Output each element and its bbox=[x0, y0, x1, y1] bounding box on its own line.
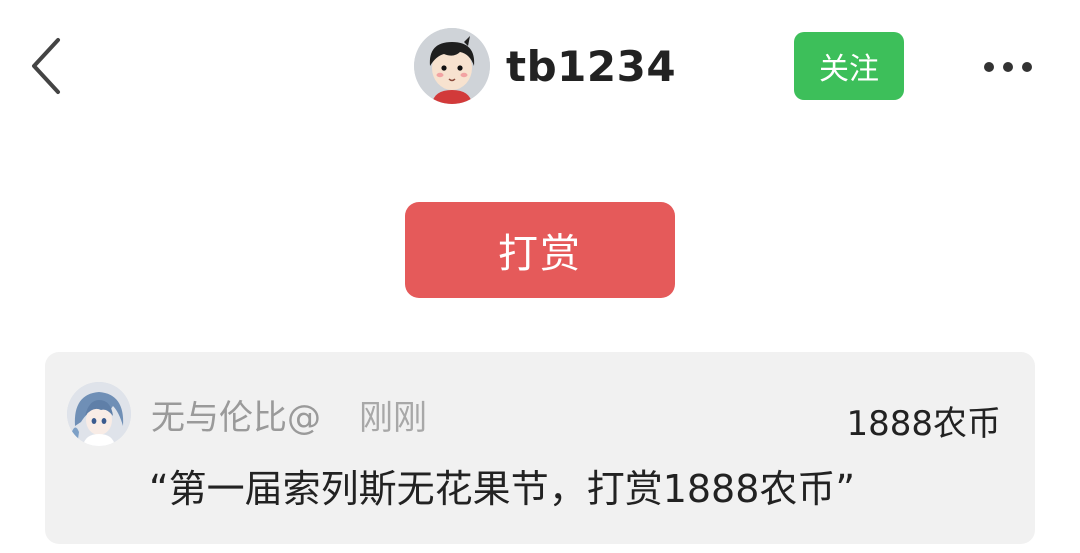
avatar[interactable] bbox=[414, 28, 490, 104]
tip-message: “第一届索列斯无花果节，打赏1888农币” bbox=[149, 467, 856, 511]
username[interactable]: tb1234 bbox=[506, 42, 676, 91]
chevron-left-icon bbox=[32, 38, 60, 94]
anime-avatar-icon bbox=[67, 382, 131, 446]
tip-time: 刚刚 bbox=[359, 398, 427, 438]
tipper-name[interactable]: 无与伦比@ bbox=[151, 390, 321, 439]
tip-page: tb1234 关注 打赏 无与伦比@ 刚刚 1888农币 “第一届索列斯无花果节… bbox=[0, 0, 1080, 553]
cartoon-face-icon bbox=[414, 28, 490, 104]
more-button[interactable] bbox=[976, 48, 1040, 86]
tipper-avatar[interactable] bbox=[67, 382, 131, 446]
tip-button[interactable]: 打赏 bbox=[405, 202, 675, 298]
tip-record-card: 无与伦比@ 刚刚 1888农币 “第一届索列斯无花果节，打赏1888农币” bbox=[45, 352, 1035, 544]
back-button[interactable] bbox=[24, 34, 72, 98]
follow-button[interactable]: 关注 bbox=[794, 32, 904, 100]
ellipsis-icon bbox=[1003, 62, 1013, 72]
ellipsis-icon bbox=[1022, 62, 1032, 72]
ellipsis-icon bbox=[984, 62, 994, 72]
tip-amount: 1888农币 bbox=[846, 404, 1001, 444]
user-header: tb1234 bbox=[414, 28, 676, 104]
